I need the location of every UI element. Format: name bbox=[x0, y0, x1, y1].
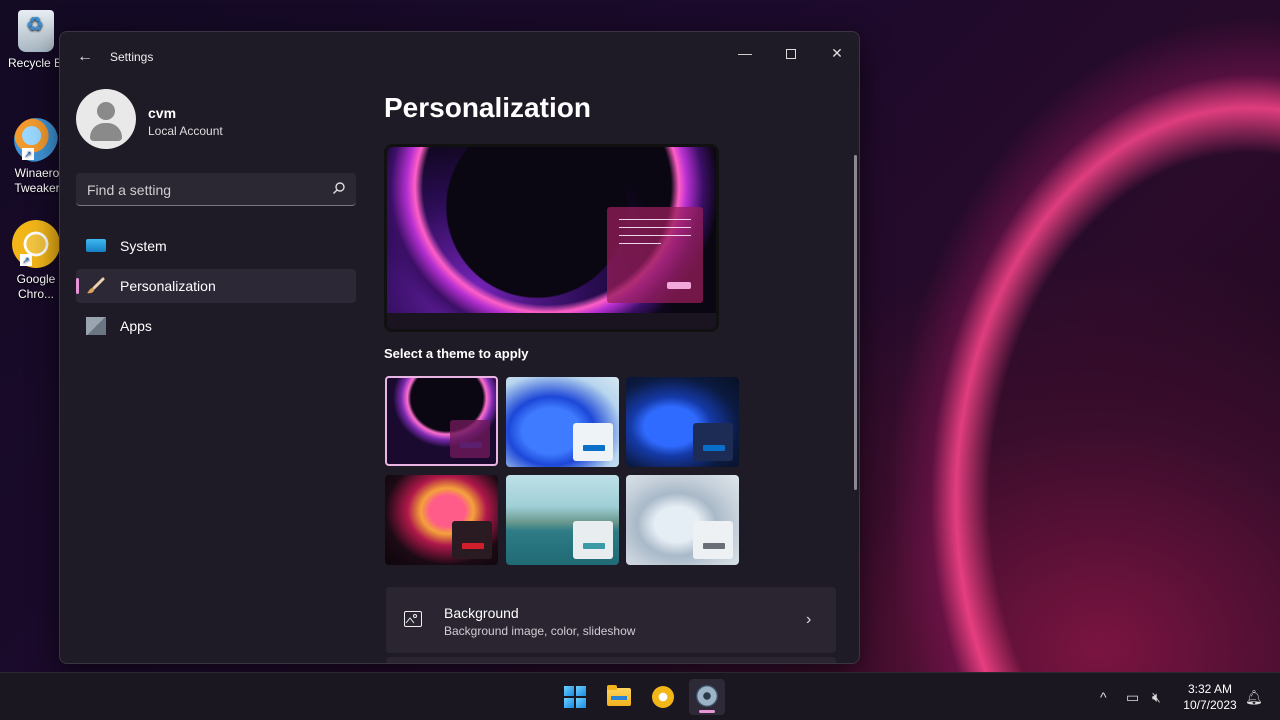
image-glyph bbox=[405, 614, 417, 624]
running-indicator bbox=[699, 710, 715, 713]
preview-window bbox=[607, 207, 703, 303]
theme-tile-glow[interactable] bbox=[385, 376, 498, 466]
search-input[interactable]: Find a setting bbox=[76, 173, 356, 206]
preview-line bbox=[619, 227, 691, 228]
theme-chip bbox=[573, 423, 613, 461]
chrome-icon bbox=[652, 686, 674, 708]
clock-date[interactable]: 10/7/2023 bbox=[1180, 698, 1240, 712]
card-title: Background bbox=[444, 605, 519, 621]
theme-chip-bar bbox=[460, 442, 482, 448]
volume-muted-icon[interactable]: 🔇︎ bbox=[1152, 689, 1161, 705]
search-placeholder: Find a setting bbox=[87, 182, 172, 198]
clock-time[interactable]: 3:32 AM bbox=[1180, 682, 1240, 696]
sidebar-item-system[interactable]: System bbox=[76, 229, 356, 263]
notification-icon[interactable]: 🔔︎ bbox=[1245, 689, 1263, 705]
sidebar-item-apps[interactable]: Apps bbox=[76, 309, 356, 343]
image-icon bbox=[404, 611, 422, 627]
account-name: cvm bbox=[148, 105, 177, 121]
start-button[interactable] bbox=[557, 679, 593, 715]
window-title: Settings bbox=[110, 50, 154, 64]
theme-chip bbox=[693, 423, 733, 461]
chevron-right-icon: › bbox=[806, 611, 812, 628]
sidebar-item-label: Personalization bbox=[120, 278, 216, 294]
theme-tile-bloom-dark[interactable] bbox=[626, 377, 739, 467]
scrollbar[interactable] bbox=[854, 155, 857, 490]
theme-chip bbox=[693, 521, 733, 559]
theme-preview bbox=[384, 144, 719, 332]
back-button[interactable]: ← bbox=[74, 46, 96, 68]
chevron-up-icon[interactable]: ^ bbox=[1100, 689, 1107, 705]
chrome-taskbar-button[interactable] bbox=[645, 679, 681, 715]
preview-line bbox=[619, 235, 691, 236]
preview-button bbox=[667, 282, 691, 289]
file-explorer-icon bbox=[607, 685, 631, 706]
sidebar-item-label: System bbox=[120, 238, 167, 254]
sidebar-item-personalization[interactable]: Personalization bbox=[76, 269, 356, 303]
theme-chip-bar bbox=[583, 543, 605, 549]
theme-chip bbox=[452, 521, 492, 559]
monitor-icon bbox=[86, 239, 106, 252]
chrome-icon: ↗ bbox=[12, 220, 60, 268]
sidebar-item-label: Apps bbox=[120, 318, 152, 334]
next-setting-card[interactable] bbox=[386, 657, 836, 663]
file-explorer-button[interactable] bbox=[601, 679, 637, 715]
theme-chip-bar bbox=[583, 445, 605, 451]
apps-icon bbox=[86, 317, 106, 335]
card-subtitle: Background image, color, slideshow bbox=[444, 624, 636, 638]
settings-taskbar-button[interactable] bbox=[689, 679, 725, 715]
desktop-icon-label: Winaero Tweaker bbox=[14, 166, 60, 195]
theme-tile-sunrise[interactable] bbox=[506, 475, 619, 565]
theme-tile-captured-motion[interactable] bbox=[385, 475, 498, 565]
avatar[interactable] bbox=[76, 89, 136, 149]
theme-chip bbox=[573, 521, 613, 559]
shortcut-arrow-icon: ↗ bbox=[20, 254, 32, 266]
background-setting-card[interactable]: Background Background image, color, slid… bbox=[386, 587, 836, 653]
preview-taskbar bbox=[387, 313, 716, 329]
theme-chip-bar bbox=[703, 445, 725, 451]
network-icon[interactable]: ▭ bbox=[1126, 689, 1139, 705]
desktop-icon-label: Google Chro... bbox=[16, 272, 56, 301]
preview-line bbox=[619, 219, 691, 220]
back-arrow-icon: ← bbox=[77, 48, 93, 65]
winaero-tweaker-icon: ↗ bbox=[14, 118, 58, 162]
main-content: Personalization Select a theme to apply bbox=[384, 32, 854, 663]
settings-icon bbox=[696, 685, 718, 707]
theme-tile-flow[interactable] bbox=[626, 475, 739, 565]
recycle-bin-icon bbox=[18, 10, 54, 52]
search-icon bbox=[333, 182, 345, 194]
taskbar: ^ ▭ 🔇︎ 3:32 AM 10/7/2023 🔔︎ bbox=[0, 672, 1280, 720]
page-title: Personalization bbox=[384, 92, 591, 123]
preview-line bbox=[619, 243, 661, 244]
theme-chip-bar bbox=[462, 543, 484, 549]
start-icon bbox=[564, 686, 586, 708]
brush-icon bbox=[87, 277, 105, 294]
theme-chip bbox=[450, 420, 490, 458]
active-indicator bbox=[76, 278, 79, 294]
theme-chip-bar bbox=[703, 543, 725, 549]
account-type: Local Account bbox=[148, 124, 223, 138]
settings-window: ← Settings — ✕ cvm Local Account Find a … bbox=[59, 31, 860, 664]
themes-heading: Select a theme to apply bbox=[384, 346, 529, 361]
desktop-icon-label: Recycle Bin bbox=[8, 56, 64, 70]
shortcut-arrow-icon: ↗ bbox=[22, 148, 34, 160]
theme-tile-bloom-light[interactable] bbox=[506, 377, 619, 467]
